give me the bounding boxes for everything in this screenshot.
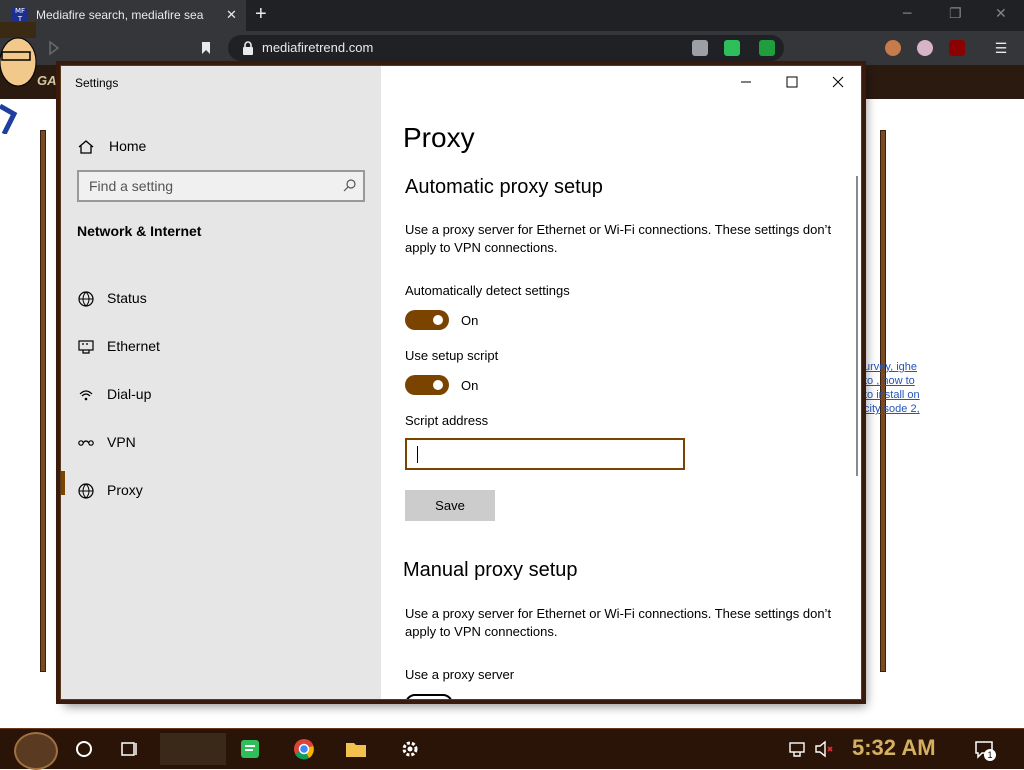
auto-detect-state: On: [461, 313, 479, 328]
browser-tab-bar: MF T Mediafire search, mediafire sea ✕ +…: [0, 0, 1024, 31]
setup-script-toggle[interactable]: [405, 375, 449, 395]
save-button[interactable]: Save: [405, 490, 495, 521]
sidebar-item-vpn[interactable]: VPN: [61, 422, 381, 466]
notification-count-badge: 1: [984, 749, 996, 761]
start-button[interactable]: [14, 732, 58, 770]
lock-icon: [243, 41, 253, 55]
sidebar-item-status[interactable]: Status: [61, 278, 381, 322]
search-icon: [343, 179, 356, 192]
toggle-knob: [433, 315, 443, 325]
automatic-proxy-description: Use a proxy server for Ethernet or Wi-Fi…: [405, 222, 832, 255]
use-proxy-server-label: Use a proxy server: [405, 667, 515, 682]
forward-icon[interactable]: [46, 40, 62, 56]
chrome-icon[interactable]: [292, 737, 316, 761]
browser-close-icon[interactable]: ✕: [995, 6, 1007, 22]
ublock-icon[interactable]: [949, 40, 965, 56]
cartoon-character-image: [0, 22, 37, 134]
maximize-icon[interactable]: [769, 66, 815, 98]
settings-sidebar: Settings Home Find a setting Network & I…: [61, 66, 381, 699]
section-title: Network & Internet: [77, 223, 202, 239]
text-caret: [417, 446, 418, 463]
sidebar-item-label: Proxy: [107, 482, 143, 498]
setup-script-state: On: [461, 378, 479, 393]
sidebar-item-home[interactable]: Home: [61, 126, 381, 170]
content-scrollbar[interactable]: [856, 176, 858, 476]
profile-avatar-icon[interactable]: [885, 40, 901, 56]
use-proxy-server-toggle[interactable]: [405, 694, 453, 699]
page-link-text[interactable]: urvey, ighe to , how to to install on ci…: [864, 360, 924, 416]
sidebar-item-proxy[interactable]: Proxy: [61, 470, 381, 514]
page-header-text: GA: [37, 73, 57, 88]
toggle-knob: [433, 380, 443, 390]
sidebar-item-label: VPN: [107, 434, 136, 450]
proxy-globe-icon: [78, 483, 94, 499]
script-address-input[interactable]: [405, 438, 685, 470]
taskbar: 5:32 AM 1: [0, 728, 1024, 770]
adblock-shield-icon[interactable]: [759, 40, 775, 56]
volume-muted-icon[interactable]: [812, 737, 836, 761]
file-explorer-icon[interactable]: [344, 737, 368, 761]
taskbar-clock[interactable]: 5:32 AM: [852, 735, 936, 761]
search-placeholder: Find a setting: [89, 178, 174, 194]
page-decoration-frame-left: [40, 130, 46, 672]
new-tab-icon[interactable]: +: [255, 3, 267, 26]
sidebar-item-dialup[interactable]: Dial-up: [61, 374, 381, 418]
sidebar-item-label: Home: [109, 138, 147, 154]
setup-script-label: Use setup script: [405, 348, 499, 363]
auto-detect-toggle[interactable]: [405, 310, 449, 330]
settings-window: Settings Home Find a setting Network & I…: [60, 65, 862, 700]
browser-menu-icon[interactable]: ☰: [993, 40, 1009, 56]
tab-title: Mediafire search, mediafire sea: [36, 8, 204, 22]
auto-detect-label: Automatically detect settings: [405, 283, 570, 298]
address-bar[interactable]: mediafiretrend.com: [228, 35, 784, 61]
sidebar-item-label: Status: [107, 290, 147, 306]
status-globe-icon: [78, 291, 94, 307]
sidebar-item-ethernet[interactable]: Ethernet: [61, 326, 381, 370]
sidebar-item-label: Ethernet: [107, 338, 160, 354]
settings-content: Proxy Automatic proxy setup Use a proxy …: [381, 66, 861, 699]
manual-proxy-heading: Manual proxy setup: [403, 559, 578, 581]
window-controls: [721, 66, 861, 98]
browser-toolbar: mediafiretrend.com ☰: [0, 31, 1024, 65]
app-title: Settings: [75, 76, 119, 90]
bookmark-icon[interactable]: [198, 40, 214, 56]
page-title: Proxy: [403, 122, 475, 153]
browser-minimize-icon[interactable]: ─: [903, 6, 911, 22]
notes-extension-icon[interactable]: [724, 40, 740, 56]
shield-block-icon[interactable]: [692, 40, 708, 56]
sidebar-item-label: Dial-up: [107, 386, 152, 402]
vpn-icon: [78, 440, 94, 446]
browser-restore-icon[interactable]: ❐: [949, 6, 962, 22]
taskbar-search-box[interactable]: [160, 733, 226, 765]
cortana-search-icon[interactable]: [72, 737, 96, 761]
task-view-icon[interactable]: [118, 737, 142, 761]
ethernet-icon: [78, 340, 94, 354]
notes-app-icon[interactable]: [238, 737, 262, 761]
manual-proxy-description: Use a proxy server for Ethernet or Wi-Fi…: [405, 606, 832, 639]
url-text: mediafiretrend.com: [262, 40, 374, 55]
network-icon[interactable]: [786, 737, 810, 761]
minimize-icon[interactable]: [723, 66, 769, 98]
site-favicon-icon: MF T: [12, 7, 28, 23]
close-icon[interactable]: [815, 66, 861, 98]
find-setting-search-input[interactable]: Find a setting: [77, 170, 365, 202]
dialup-icon: [79, 390, 93, 401]
settings-gear-icon[interactable]: [398, 737, 422, 761]
tab-close-icon[interactable]: ✕: [226, 7, 237, 23]
extension-flag-icon[interactable]: [917, 40, 933, 56]
script-address-label: Script address: [405, 413, 489, 428]
home-icon: [78, 140, 94, 154]
automatic-proxy-heading: Automatic proxy setup: [405, 176, 603, 198]
